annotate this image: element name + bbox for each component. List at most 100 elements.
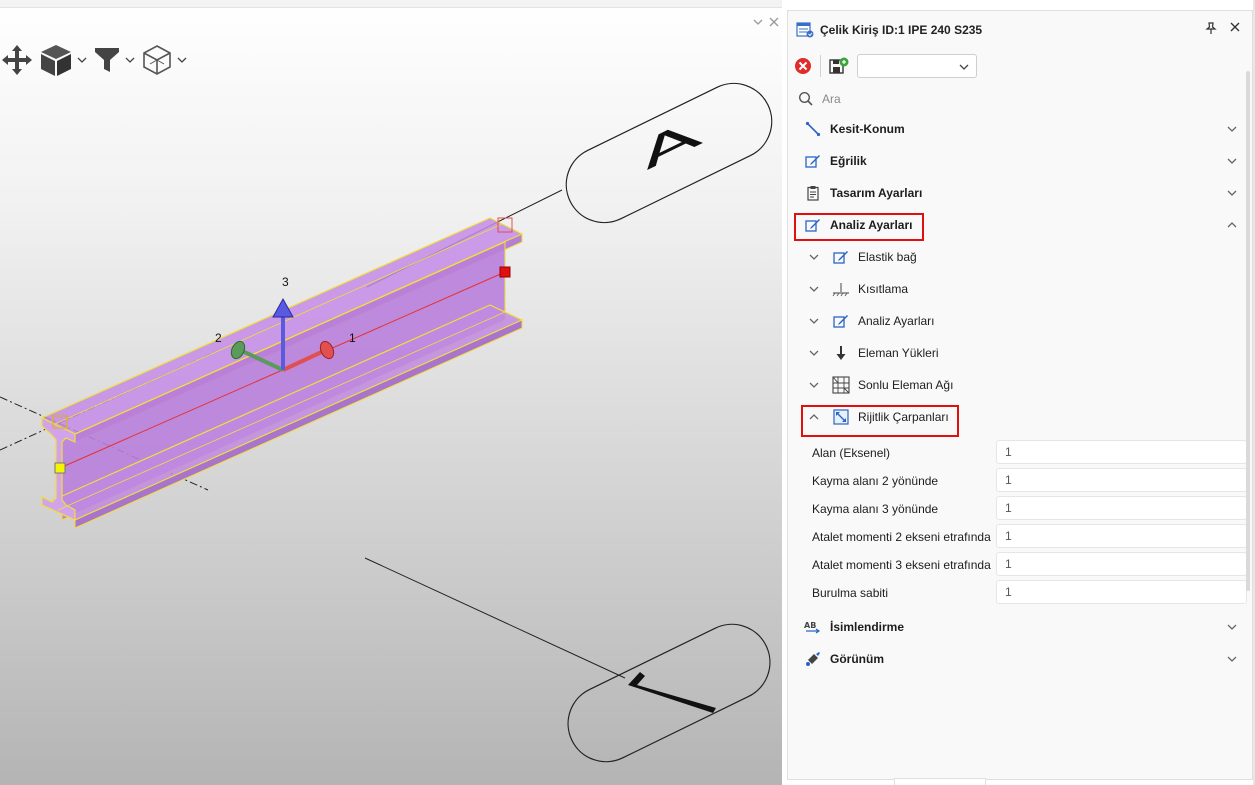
axis-label-3: 3 (282, 275, 289, 289)
box-select-icon (143, 45, 171, 75)
end-node[interactable] (499, 266, 511, 278)
property-label: Kayma alanı 3 yönünde (812, 502, 939, 516)
section-kesit-konum[interactable]: Kesit-Konum (788, 113, 1252, 145)
chevron-down-icon[interactable] (1226, 187, 1238, 199)
beam-properties-icon (796, 22, 814, 38)
property-value-input[interactable]: 1 (996, 552, 1247, 576)
property-row: Burulma sabiti 1 (788, 578, 1252, 606)
mesh-icon (832, 376, 850, 394)
svg-text:AB: AB (804, 621, 816, 630)
cube-view-icon (41, 45, 71, 76)
search-placeholder: Ara (822, 92, 841, 106)
axis-label-1: 1 (349, 331, 356, 345)
property-label: Kayma alanı 2 yönünde (812, 474, 939, 488)
ab-icon: AB (804, 618, 822, 636)
bottom-panel-tab[interactable] (894, 778, 986, 785)
filter-icon (95, 48, 119, 72)
property-label: Atalet momenti 3 ekseni etrafında (812, 558, 991, 572)
subsection-sonlu-eleman-agi[interactable]: Sonlu Eleman Ağı (788, 369, 1252, 401)
property-label: Atalet momenti 2 ekseni etrafında (812, 530, 991, 544)
move-icon (2, 45, 32, 75)
chevron-down-icon[interactable] (1226, 155, 1238, 167)
property-row: Atalet momenti 3 ekseni etrafında 1 (788, 550, 1252, 578)
arrow-down-icon (832, 344, 850, 362)
chevron-down-icon[interactable] (124, 54, 136, 66)
chevron-down-icon[interactable] (1226, 123, 1238, 135)
chevron-down-icon[interactable] (1226, 653, 1238, 665)
section-egrilik[interactable]: Eğrilik (788, 145, 1252, 177)
subsection-eleman-yukleri[interactable]: Eleman Yükleri (788, 337, 1252, 369)
subsection-analiz-ayarlari[interactable]: Analiz Ayarları (788, 305, 1252, 337)
chevron-down-icon[interactable] (1226, 621, 1238, 633)
section-tasarim-ayarlari[interactable]: Tasarım Ayarları (788, 177, 1252, 209)
toolbar-divider (820, 55, 821, 77)
box-select-tool[interactable] (140, 43, 188, 77)
edit-icon (832, 248, 850, 266)
filter-tool[interactable] (92, 43, 136, 77)
property-row: Alan (Eksenel) 1 (788, 438, 1252, 466)
section-label: Tasarım Ayarları (830, 186, 923, 200)
3d-viewport[interactable]: A 1 2 3 (0, 0, 782, 785)
app-root: A 1 2 3 Çelik Kiriş ID:1 IPE 240 S235 Ar… (0, 0, 1255, 785)
viewport-toolbar (0, 40, 192, 80)
property-row: Atalet momenti 2 ekseni etrafında 1 (788, 522, 1252, 550)
section-label: Eğrilik (830, 154, 867, 168)
subsection-label: Sonlu Eleman Ağı (858, 378, 954, 392)
property-value-input[interactable]: 1 (996, 496, 1247, 520)
grid-label-1-glyph (628, 672, 716, 713)
panel-header: Çelik Kiriş ID:1 IPE 240 S235 (796, 19, 982, 41)
property-row: Kayma alanı 3 yönünde 1 (788, 494, 1252, 522)
grid-bubble-a[interactable]: A (553, 71, 782, 236)
scene-canvas[interactable]: A 1 2 3 (0, 0, 782, 785)
save-template-icon[interactable] (829, 57, 849, 75)
panel-title: Çelik Kiriş ID:1 IPE 240 S235 (820, 23, 983, 37)
section-isimlendirme[interactable]: AB İsimlendirme (788, 611, 1252, 643)
axis-label-2: 2 (215, 331, 222, 345)
properties-panel: Çelik Kiriş ID:1 IPE 240 S235 Ara Kesit-… (787, 10, 1253, 780)
property-label: Alan (Eksenel) (812, 446, 891, 460)
section-label: İsimlendirme (830, 620, 905, 634)
grid-line-1 (364, 557, 626, 679)
subsection-label: Analiz Ayarları (858, 314, 935, 328)
line-icon (804, 120, 822, 138)
search-box[interactable]: Ara (798, 89, 841, 109)
chevron-up-icon[interactable] (1226, 219, 1238, 231)
subsection-label: Elastik bağ (858, 250, 917, 264)
chevron-down-icon[interactable] (808, 379, 820, 391)
chevron-down-icon[interactable] (808, 283, 820, 295)
grid-bubble-1[interactable] (555, 612, 782, 775)
cancel-icon[interactable] (794, 57, 812, 75)
subsection-elastik-bag[interactable]: Elastik bağ (788, 241, 1252, 273)
support-icon (832, 280, 850, 298)
start-node[interactable] (54, 462, 66, 474)
property-value-input[interactable]: 1 (996, 468, 1247, 492)
section-gorunum[interactable]: Görünüm (788, 643, 1252, 675)
property-value-input[interactable]: 1 (996, 440, 1247, 464)
subsection-kisitlama[interactable]: Kısıtlama (788, 273, 1252, 305)
chevron-down-icon[interactable] (176, 54, 188, 66)
subsection-label: Eleman Yükleri (858, 346, 939, 360)
section-label: Görünüm (830, 652, 884, 666)
chevron-down-icon[interactable] (76, 54, 88, 66)
close-icon[interactable] (1228, 20, 1242, 34)
chevron-down-icon[interactable] (808, 347, 820, 359)
template-dropdown[interactable] (857, 54, 977, 78)
highlight-box-rijitlik-carpanlari (801, 405, 959, 437)
view-cube-tool[interactable] (38, 43, 88, 77)
property-label: Burulma sabiti (812, 586, 889, 600)
pin-icon[interactable] (1204, 21, 1218, 35)
property-value-input[interactable]: 1 (996, 524, 1247, 548)
edit-icon (832, 312, 850, 330)
chevron-down-icon[interactable] (808, 251, 820, 263)
search-icon (798, 91, 813, 106)
property-row: Kayma alanı 2 yönünde 1 (788, 466, 1252, 494)
subsection-label: Kısıtlama (858, 282, 909, 296)
steel-beam[interactable] (40, 217, 524, 529)
panel-scrollbar[interactable] (1246, 71, 1250, 591)
panel-toolbar (794, 53, 1244, 79)
highlight-box-analiz-ayarlari (794, 213, 924, 241)
move-tool[interactable] (0, 43, 34, 77)
chevron-down-icon[interactable] (808, 315, 820, 327)
property-value-input[interactable]: 1 (996, 580, 1247, 604)
chevron-down-icon (959, 64, 969, 70)
